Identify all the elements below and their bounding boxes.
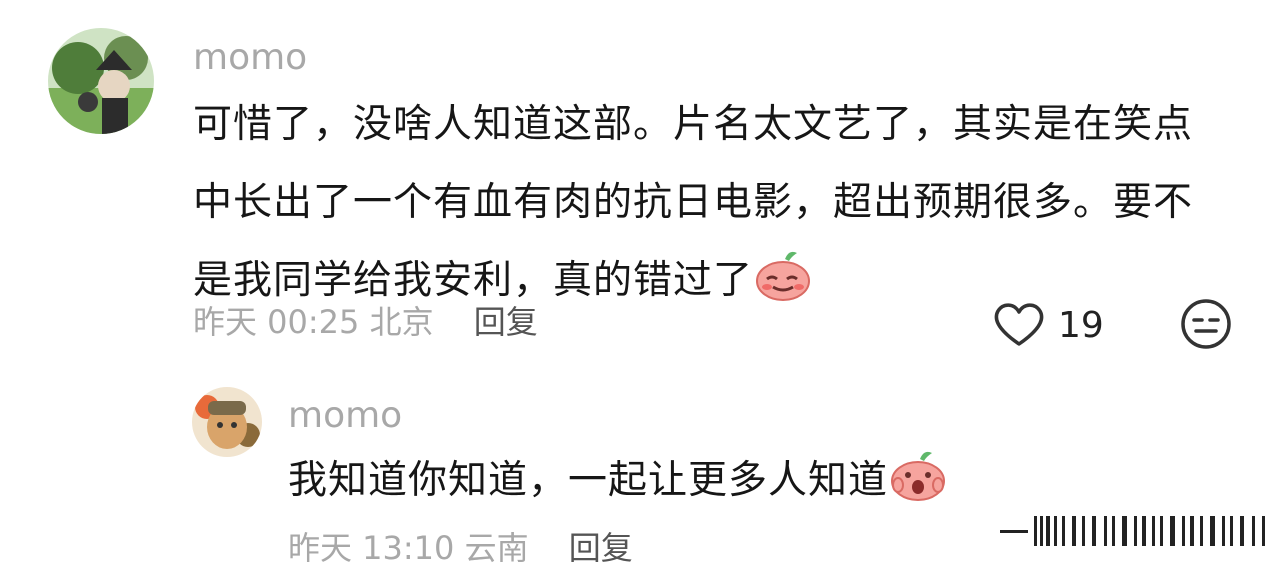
comment-location: 北京 — [369, 303, 434, 341]
heart-icon[interactable] — [992, 300, 1046, 348]
comment-time: 昨天 00:25 — [193, 303, 360, 341]
reply-avatar[interactable] — [192, 387, 262, 457]
comment-line-text: 是我同学给我安利，真的错过了 — [193, 258, 754, 303]
comment-meta: 昨天 00:25 北京 回复 — [193, 306, 538, 338]
reply-body: 我知道你知道，一起让更多人知道 — [288, 442, 946, 528]
reply-time: 昨天 13:10 — [288, 529, 455, 567]
reply-button[interactable]: 回复 — [474, 303, 538, 341]
avatar[interactable] — [48, 28, 154, 134]
reply-meta: 昨天 13:10 云南 回复 — [288, 532, 633, 564]
comment-line: 中长出了一个有血有肉的抗日电影，超出预期很多。要不 — [193, 180, 1194, 225]
reply-text: 我知道你知道，一起让更多人知道 — [288, 458, 889, 503]
blush-face-emoji-icon — [755, 249, 811, 328]
reply-reply-button[interactable]: 回复 — [569, 529, 633, 567]
shocked-face-emoji-icon — [890, 449, 946, 528]
comment-body: 可惜了，没啥人知道这部。片名太文艺了，其实是在笑点 中长出了一个有血有肉的抗日电… — [193, 86, 1253, 328]
comment-username[interactable]: momo — [193, 40, 307, 76]
meh-face-icon[interactable] — [1180, 298, 1232, 350]
like-count: 19 — [1058, 305, 1104, 346]
reply-username[interactable]: momo — [288, 398, 402, 434]
comment-line: 可惜了，没啥人知道这部。片名太文艺了，其实是在笑点 — [193, 102, 1194, 147]
watermark-overlay — [1000, 512, 1270, 552]
reply-location: 云南 — [464, 529, 529, 567]
